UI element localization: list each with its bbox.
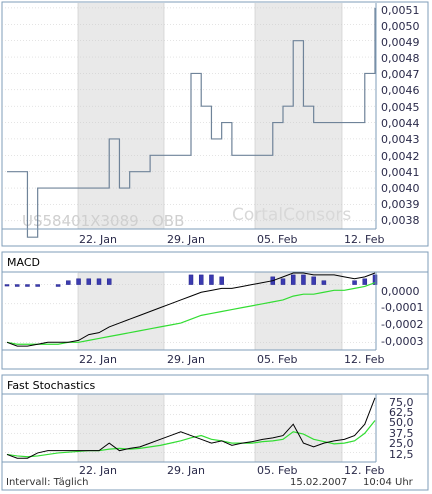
macd-histogram-bar: [86, 278, 92, 285]
macd-x-tick: 12. Feb: [344, 353, 384, 366]
price-x-tick: 29. Jan: [167, 233, 205, 246]
stochastics-y-tick-labels: 12,5 25,0 37,5 50,0 62,5 75,0: [389, 396, 414, 461]
interval-label: Intervall: Täglich: [6, 477, 88, 488]
macd-histogram-bar: [301, 274, 306, 285]
price-shade-2: [255, 3, 342, 229]
price-y-tick: 0,0041: [381, 166, 420, 179]
price-y-tick: 0,0042: [381, 150, 420, 163]
macd-histogram-bar: [55, 284, 61, 287]
macd-histogram-bar: [321, 280, 327, 285]
macd-x-tick: 22. Jan: [79, 353, 117, 366]
stochastics-x-tick: 22. Jan: [79, 464, 117, 477]
macd-histogram-bar: [106, 278, 112, 285]
macd-y-tick: -0,0003: [381, 335, 423, 348]
price-y-tick: 0,0050: [381, 20, 420, 33]
macd-y-tick: -0,0002: [381, 318, 423, 331]
stock-chart-canvas: US58401X3089 OBB CortalConsors 0,0038 0,…: [1, 1, 429, 491]
price-x-tick: 05. Feb: [257, 233, 297, 246]
macd-y-tick: 0,0000: [381, 285, 420, 298]
price-y-tick: 0,0048: [381, 52, 420, 65]
macd-x-tick: 05. Feb: [257, 353, 297, 366]
macd-shade-2: [255, 272, 342, 350]
quote-time: 10:04 Uhr: [363, 477, 414, 488]
price-y-tick: 0,0040: [381, 182, 420, 195]
price-y-tick: 0,0047: [381, 68, 420, 81]
price-y-tick: 0,0044: [381, 117, 420, 130]
price-y-tick: 0,0038: [381, 214, 420, 227]
price-panel: US58401X3089 OBB CortalConsors 0,0038 0,…: [1, 1, 429, 247]
macd-histogram-bar: [311, 276, 316, 285]
macd-histogram-bar: [14, 284, 20, 287]
price-y-tick: 0,0051: [381, 4, 420, 17]
macd-histogram-bar: [219, 276, 224, 285]
macd-histogram-bar: [4, 284, 10, 287]
macd-histogram-bar: [280, 278, 286, 285]
stochastics-x-tick: 12. Feb: [344, 464, 384, 477]
price-y-tick: 0,0039: [381, 198, 420, 211]
macd-histogram-bar: [35, 284, 40, 287]
price-x-tick: 12. Feb: [344, 233, 384, 246]
macd-panel: MACD 0,0000 -0,0001 -0,0002 -0,0003 22. …: [1, 251, 429, 370]
macd-histogram-bar: [188, 274, 194, 285]
price-x-tick: 22. Jan: [79, 233, 117, 246]
macd-histogram-bar: [25, 284, 30, 287]
price-y-tick: 0,0045: [381, 101, 420, 114]
macd-histogram-bar: [352, 280, 357, 285]
stochastics-shade-2: [255, 394, 342, 462]
stochastics-x-tick: 05. Feb: [257, 464, 297, 477]
price-y-tick: 0,0046: [381, 84, 420, 97]
macd-histogram-bar: [362, 278, 368, 285]
stochastics-x-tick: 29. Jan: [167, 464, 205, 477]
macd-histogram-bar: [209, 274, 214, 285]
stochastics-panel: Fast Stochastics 12,5 25,0 37,5 50,0 62,…: [1, 374, 429, 491]
macd-x-tick: 29. Jan: [167, 353, 205, 366]
stochastics-title: Fast Stochastics: [7, 379, 96, 392]
watermark-brand: CortalConsors: [232, 205, 351, 225]
stochastics-y-tick: 75,0: [389, 396, 414, 409]
macd-histogram-bar: [96, 278, 102, 285]
macd-y-tick: -0,0001: [381, 301, 423, 314]
watermark-exchange: OBB: [152, 212, 184, 230]
macd-panel-frame: [1, 251, 429, 370]
macd-histogram-bar: [290, 274, 296, 285]
price-y-tick: 0,0043: [381, 133, 420, 146]
macd-histogram-bar: [66, 280, 71, 285]
price-y-tick: 0,0049: [381, 36, 420, 49]
watermark-isin: US58401X3089: [22, 212, 139, 230]
macd-histogram-bar: [198, 274, 204, 285]
quote-date: 15.02.2007: [290, 477, 347, 488]
stochastics-shade-1: [78, 394, 164, 462]
price-panel-frame: [1, 1, 429, 247]
macd-histogram-bar: [76, 278, 81, 285]
price-shade-1: [78, 3, 164, 229]
macd-title: MACD: [7, 256, 40, 269]
